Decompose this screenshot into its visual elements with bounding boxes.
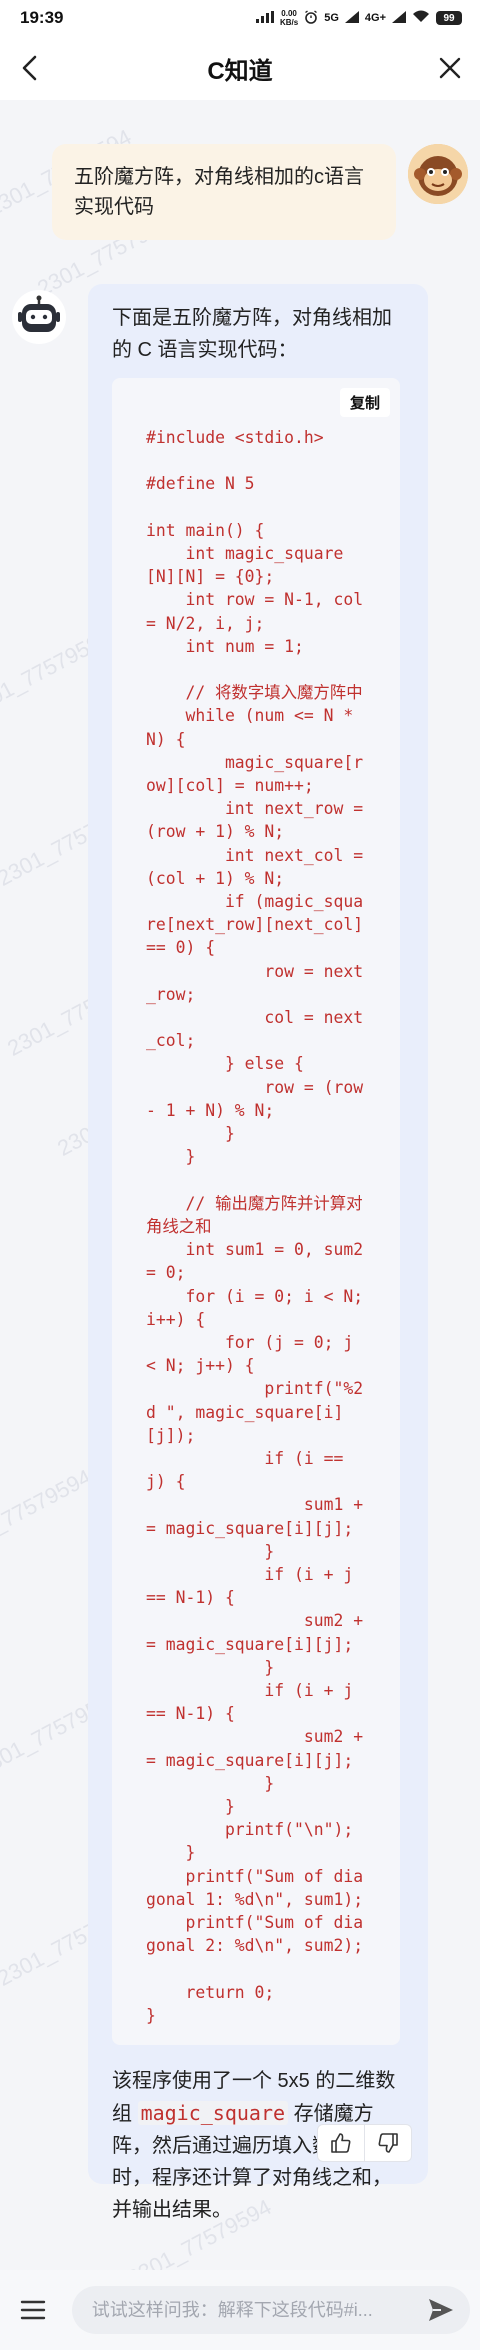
bot-message-card: 下面是五阶魔方阵，对角线相加的 C 语言实现代码： 复制 #include <s… <box>88 284 428 2221</box>
signal-icon <box>344 10 359 26</box>
robot-icon <box>18 295 60 332</box>
back-button[interactable] <box>12 50 48 86</box>
status-bar: 19:39 0.00 KB/s 5G 4G+ 99 <box>0 0 480 36</box>
chat-area[interactable]: 2301_77579594 2301_77579594 2301_7757959… <box>0 100 480 2291</box>
feedback-buttons <box>317 2124 412 2162</box>
close-icon <box>439 57 461 79</box>
chat-input[interactable] <box>91 2299 422 2321</box>
bot-avatar[interactable] <box>12 290 66 344</box>
bottom-input-bar <box>0 2270 480 2350</box>
thumbs-down-button[interactable] <box>365 2125 411 2161</box>
network-5g: 5G <box>324 12 339 24</box>
menu-button[interactable] <box>10 2287 56 2333</box>
signal-icon-2 <box>392 10 406 26</box>
status-icons: 0.00 KB/s 5G 4G+ 99 <box>255 9 462 27</box>
signal-bars-icon <box>255 10 274 26</box>
thumbs-down-icon <box>378 2133 398 2153</box>
thumbs-up-icon <box>331 2133 351 2153</box>
code-block[interactable]: 复制 #include <stdio.h> #define N 5 int ma… <box>112 378 400 2046</box>
network-4g: 4G+ <box>364 12 386 24</box>
thumbs-up-button[interactable] <box>318 2125 364 2161</box>
send-icon <box>429 2299 453 2321</box>
copy-button[interactable]: 复制 <box>339 388 390 417</box>
battery-icon: 99 <box>436 11 462 25</box>
watermark: 2301_77579594 <box>0 1464 96 1561</box>
user-avatar[interactable] <box>408 144 468 204</box>
inline-code: magic_square <box>137 2101 289 2126</box>
close-button[interactable] <box>432 50 468 86</box>
page-title: C知道 <box>207 57 273 85</box>
chevron-left-icon <box>22 55 37 81</box>
alarm-icon <box>304 9 318 27</box>
status-time: 19:39 <box>20 8 64 27</box>
input-box <box>71 2286 470 2334</box>
monkey-avatar-icon <box>408 144 468 204</box>
nav-bar: C知道 <box>0 36 480 100</box>
code-content: #include <stdio.h> #define N 5 int main(… <box>146 428 364 2025</box>
net-speed: 0.00 KB/s <box>279 9 299 27</box>
send-button[interactable] <box>422 2291 460 2329</box>
bot-intro-text: 下面是五阶魔方阵，对角线相加的 C 语言实现代码： <box>112 307 392 361</box>
menu-icon <box>20 2300 46 2320</box>
user-message-bubble[interactable]: 五阶魔方阵，对角线相加的c语言实现代码 <box>52 144 396 240</box>
wifi-icon <box>412 10 430 26</box>
